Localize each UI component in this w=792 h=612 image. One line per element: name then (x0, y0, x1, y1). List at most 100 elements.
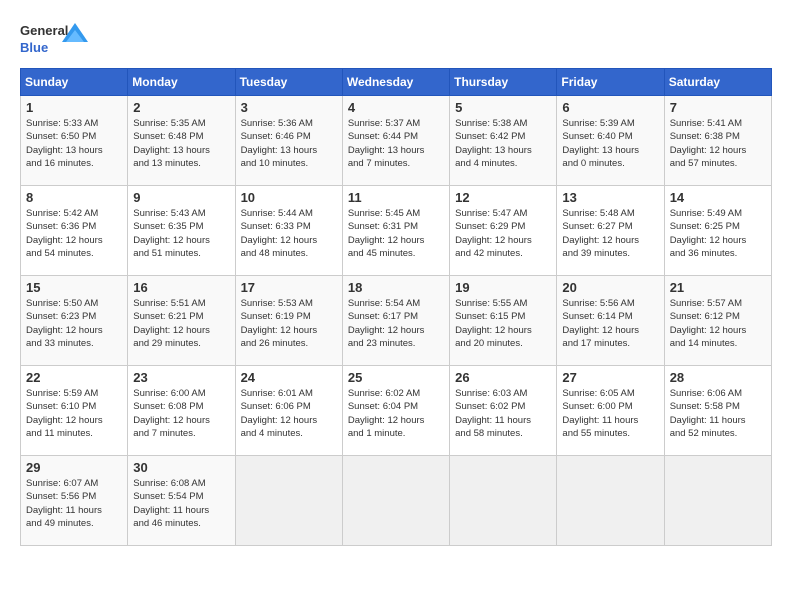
day-info: Sunrise: 5:54 AM Sunset: 6:17 PM Dayligh… (348, 297, 444, 350)
calendar-cell: 4Sunrise: 5:37 AM Sunset: 6:44 PM Daylig… (342, 96, 449, 186)
day-info: Sunrise: 5:56 AM Sunset: 6:14 PM Dayligh… (562, 297, 658, 350)
calendar-cell (450, 456, 557, 546)
day-number: 26 (455, 370, 551, 385)
day-number: 5 (455, 100, 551, 115)
day-number: 22 (26, 370, 122, 385)
weekday-header-friday: Friday (557, 69, 664, 96)
day-number: 16 (133, 280, 229, 295)
weekday-header-thursday: Thursday (450, 69, 557, 96)
day-info: Sunrise: 5:47 AM Sunset: 6:29 PM Dayligh… (455, 207, 551, 260)
day-number: 7 (670, 100, 766, 115)
weekday-header-wednesday: Wednesday (342, 69, 449, 96)
calendar-cell: 21Sunrise: 5:57 AM Sunset: 6:12 PM Dayli… (664, 276, 771, 366)
day-info: Sunrise: 5:33 AM Sunset: 6:50 PM Dayligh… (26, 117, 122, 170)
day-info: Sunrise: 5:43 AM Sunset: 6:35 PM Dayligh… (133, 207, 229, 260)
day-number: 6 (562, 100, 658, 115)
calendar-cell: 8 Sunrise: 5:42 AM Sunset: 6:36 PM Daylig… (21, 186, 128, 276)
calendar-cell: 20Sunrise: 5:56 AM Sunset: 6:14 PM Dayli… (557, 276, 664, 366)
calendar-cell: 15Sunrise: 5:50 AM Sunset: 6:23 PM Dayli… (21, 276, 128, 366)
day-number: 11 (348, 190, 444, 205)
day-number: 29 (26, 460, 122, 475)
calendar-cell: 19 Sunrise: 5:55 AM Sunset: 6:15 PM Dayli… (450, 276, 557, 366)
day-number: 18 (348, 280, 444, 295)
day-number: 27 (562, 370, 658, 385)
day-number: 13 (562, 190, 658, 205)
day-number: 14 (670, 190, 766, 205)
day-number: 28 (670, 370, 766, 385)
calendar-cell: 3 Sunrise: 5:36 AM Sunset: 6:46 PM Daylig… (235, 96, 342, 186)
day-number: 3 (241, 100, 337, 115)
day-info: Sunrise: 6:06 AM Sunset: 5:58 PM Dayligh… (670, 387, 766, 440)
calendar-cell: 6 Sunrise: 5:39 AM Sunset: 6:40 PM Daylig… (557, 96, 664, 186)
weekday-header-row: SundayMondayTuesdayWednesdayThursdayFrid… (21, 69, 772, 96)
day-info: Sunrise: 5:36 AM Sunset: 6:46 PM Dayligh… (241, 117, 337, 170)
calendar-cell: 17 Sunrise: 5:53 AM Sunset: 6:19 PM Dayli… (235, 276, 342, 366)
calendar-cell: 13 Sunrise: 5:48 AM Sunset: 6:27 PM Dayli… (557, 186, 664, 276)
day-number: 17 (241, 280, 337, 295)
calendar-cell: 28 Sunrise: 6:06 AM Sunset: 5:58 PM Dayli… (664, 366, 771, 456)
calendar-cell: 1 Sunrise: 5:33 AM Sunset: 6:50 PM Daylig… (21, 96, 128, 186)
calendar-cell: 2 Sunrise: 5:35 AM Sunset: 6:48 PM Daylig… (128, 96, 235, 186)
day-number: 25 (348, 370, 444, 385)
calendar-cell: 26 Sunrise: 6:03 AM Sunset: 6:02 PM Dayli… (450, 366, 557, 456)
day-info: Sunrise: 5:42 AM Sunset: 6:36 PM Dayligh… (26, 207, 122, 260)
day-info: Sunrise: 6:01 AM Sunset: 6:06 PM Dayligh… (241, 387, 337, 440)
day-number: 30 (133, 460, 229, 475)
week-row-4: 22 Sunrise: 5:59 AM Sunset: 6:10 PM Dayli… (21, 366, 772, 456)
weekday-header-monday: Monday (128, 69, 235, 96)
day-info: Sunrise: 5:39 AM Sunset: 6:40 PM Dayligh… (562, 117, 658, 170)
day-info: Sunrise: 5:48 AM Sunset: 6:27 PM Dayligh… (562, 207, 658, 260)
calendar-cell: 14 Sunrise: 5:49 AM Sunset: 6:25 PM Dayli… (664, 186, 771, 276)
day-info: Sunrise: 6:02 AM Sunset: 6:04 PM Dayligh… (348, 387, 444, 440)
calendar-cell: 23 Sunrise: 6:00 AM Sunset: 6:08 PM Dayli… (128, 366, 235, 456)
calendar-cell: 24 Sunrise: 6:01 AM Sunset: 6:06 PM Dayli… (235, 366, 342, 456)
calendar-cell: 30 Sunrise: 6:08 AM Sunset: 5:54 PM Dayli… (128, 456, 235, 546)
weekday-header-tuesday: Tuesday (235, 69, 342, 96)
logo-svg: General Blue (20, 20, 90, 58)
week-row-1: 1 Sunrise: 5:33 AM Sunset: 6:50 PM Daylig… (21, 96, 772, 186)
day-number: 19 (455, 280, 551, 295)
day-number: 23 (133, 370, 229, 385)
day-number: 8 (26, 190, 122, 205)
calendar-cell: 29Sunrise: 6:07 AM Sunset: 5:56 PM Dayli… (21, 456, 128, 546)
day-info: Sunrise: 6:03 AM Sunset: 6:02 PM Dayligh… (455, 387, 551, 440)
week-row-2: 8 Sunrise: 5:42 AM Sunset: 6:36 PM Daylig… (21, 186, 772, 276)
weekday-header-saturday: Saturday (664, 69, 771, 96)
day-info: Sunrise: 5:35 AM Sunset: 6:48 PM Dayligh… (133, 117, 229, 170)
day-number: 9 (133, 190, 229, 205)
day-info: Sunrise: 5:44 AM Sunset: 6:33 PM Dayligh… (241, 207, 337, 260)
page-header: General Blue (20, 20, 772, 58)
logo: General Blue (20, 20, 90, 58)
svg-text:General: General (20, 23, 68, 38)
day-number: 15 (26, 280, 122, 295)
day-number: 1 (26, 100, 122, 115)
calendar-cell: 11 Sunrise: 5:45 AM Sunset: 6:31 PM Dayli… (342, 186, 449, 276)
weekday-header-sunday: Sunday (21, 69, 128, 96)
day-number: 10 (241, 190, 337, 205)
day-number: 12 (455, 190, 551, 205)
day-info: Sunrise: 5:53 AM Sunset: 6:19 PM Dayligh… (241, 297, 337, 350)
calendar-cell: 10 Sunrise: 5:44 AM Sunset: 6:33 PM Dayli… (235, 186, 342, 276)
day-number: 24 (241, 370, 337, 385)
calendar-cell: 5 Sunrise: 5:38 AM Sunset: 6:42 PM Daylig… (450, 96, 557, 186)
day-info: Sunrise: 5:41 AM Sunset: 6:38 PM Dayligh… (670, 117, 766, 170)
calendar-cell: 27Sunrise: 6:05 AM Sunset: 6:00 PM Dayli… (557, 366, 664, 456)
calendar-cell (342, 456, 449, 546)
calendar-cell: 9 Sunrise: 5:43 AM Sunset: 6:35 PM Daylig… (128, 186, 235, 276)
day-info: Sunrise: 5:38 AM Sunset: 6:42 PM Dayligh… (455, 117, 551, 170)
calendar-cell: 12 Sunrise: 5:47 AM Sunset: 6:29 PM Dayli… (450, 186, 557, 276)
calendar-cell: 18 Sunrise: 5:54 AM Sunset: 6:17 PM Dayli… (342, 276, 449, 366)
day-info: Sunrise: 6:08 AM Sunset: 5:54 PM Dayligh… (133, 477, 229, 530)
calendar-cell: 25 Sunrise: 6:02 AM Sunset: 6:04 PM Dayli… (342, 366, 449, 456)
calendar-cell: 7 Sunrise: 5:41 AM Sunset: 6:38 PM Daylig… (664, 96, 771, 186)
calendar-cell (664, 456, 771, 546)
day-info: Sunrise: 6:00 AM Sunset: 6:08 PM Dayligh… (133, 387, 229, 440)
day-number: 4 (348, 100, 444, 115)
day-info: Sunrise: 5:45 AM Sunset: 6:31 PM Dayligh… (348, 207, 444, 260)
day-number: 2 (133, 100, 229, 115)
day-info: Sunrise: 5:49 AM Sunset: 6:25 PM Dayligh… (670, 207, 766, 260)
day-info: Sunrise: 5:55 AM Sunset: 6:15 PM Dayligh… (455, 297, 551, 350)
calendar-cell (235, 456, 342, 546)
day-info: Sunrise: 5:59 AM Sunset: 6:10 PM Dayligh… (26, 387, 122, 440)
week-row-3: 15Sunrise: 5:50 AM Sunset: 6:23 PM Dayli… (21, 276, 772, 366)
